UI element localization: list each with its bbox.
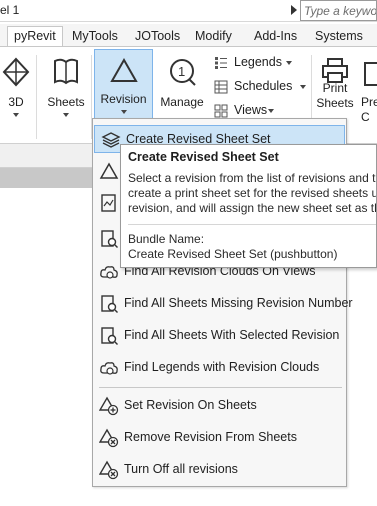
tooltip-bundle-label: Bundle Name:	[128, 232, 205, 246]
search-input[interactable]: Type a keyword	[300, 0, 377, 21]
menu-item-label: Turn Off all revisions	[124, 462, 238, 476]
sheet-search-icon	[101, 327, 118, 345]
revision-label: Revision	[100, 92, 147, 106]
preview-button[interactable]: Pre C	[361, 51, 377, 127]
sheet-search-icon	[101, 230, 118, 248]
tab-systems[interactable]: Systems	[309, 27, 369, 47]
chevron-down-icon	[300, 85, 306, 89]
menu-item-label: Remove Revision From Sheets	[124, 430, 297, 444]
views-grid-icon	[214, 104, 228, 118]
print-sheets-label: Sheets	[316, 96, 354, 110]
menu-item-label: Set Revision On Sheets	[124, 398, 257, 412]
print-label: Print	[322, 81, 348, 95]
legends-label: Legends	[234, 55, 282, 69]
preview-label-2: C	[361, 110, 370, 124]
chevron-down-icon	[121, 110, 127, 114]
views-label: Views	[234, 103, 268, 117]
print-sheets-button[interactable]: Print Sheets	[314, 51, 356, 127]
cloud-icon	[100, 266, 118, 279]
menu-item-label: Find All Sheets Missing Revision Number	[124, 296, 353, 310]
window-title: el 1	[0, 3, 20, 17]
triangle-icon	[110, 58, 138, 82]
revision-number-icon: 1	[170, 59, 196, 86]
chevron-down-icon	[63, 113, 69, 117]
legend-list-icon	[215, 57, 227, 69]
triangle-x-icon	[99, 428, 119, 448]
preview-icon	[364, 62, 377, 86]
tab-pyrevit[interactable]: pyRevit	[7, 26, 63, 48]
revision-button[interactable]: Revision	[94, 49, 153, 125]
menu-item-turn-off-all-revisions[interactable]: Turn Off all revisions	[93, 456, 346, 484]
chevron-down-icon	[268, 109, 274, 113]
chevron-down-icon	[13, 113, 19, 117]
menu-item-set-revision-on-sheets[interactable]: Set Revision On Sheets	[93, 392, 346, 420]
tab-mytools[interactable]: MyTools	[66, 27, 124, 47]
sheets-label: Sheets	[47, 95, 85, 109]
tooltip-bundle: Bundle Name: Create Revised Sheet Set (p…	[128, 232, 337, 262]
chevron-down-icon	[286, 61, 292, 65]
tooltip-desc-line: create a print sheet set for the revised…	[128, 186, 377, 200]
schedules-label: Schedules	[234, 79, 293, 93]
tooltip-title: Create Revised Sheet Set	[128, 150, 279, 164]
cube-icon	[2, 57, 30, 87]
menu-item-label: Find Legends with Revision Clouds	[124, 360, 320, 374]
tooltip: Create Revised Sheet Set Select a revisi…	[120, 144, 377, 268]
book-icon	[54, 58, 78, 85]
ribbon-divider	[36, 55, 37, 139]
preview-label: Pre	[361, 95, 377, 109]
tooltip-desc-line: Select a revision from the list of revis…	[128, 171, 377, 185]
title-expand-arrow-icon[interactable]	[291, 5, 297, 15]
title-bar: el 1 Type a keyword	[0, 0, 377, 22]
menu-item-find-sheets-missing-revision-number[interactable]: Find All Sheets Missing Revision Number	[93, 290, 353, 318]
tooltip-bundle-value: Create Revised Sheet Set (pushbutton)	[128, 247, 338, 261]
sheet-chart-icon	[101, 194, 116, 212]
manage-button[interactable]: 1 Manage	[158, 51, 206, 127]
tab-modify[interactable]: Modify	[189, 27, 238, 47]
triangle-x-icon	[99, 460, 119, 480]
triangle-icon	[99, 162, 119, 179]
tab-add-ins[interactable]: Add-Ins	[248, 27, 303, 47]
menu-item-label: Find All Sheets With Selected Revision	[124, 328, 340, 342]
schedule-table-icon	[214, 80, 228, 94]
svg-text:1: 1	[178, 64, 185, 79]
tooltip-separator	[128, 224, 376, 225]
3d-button[interactable]: 3D	[0, 51, 32, 127]
tooltip-description: Select a revision from the list of revis…	[128, 171, 377, 216]
manage-label: Manage	[160, 95, 204, 109]
tab-jotools[interactable]: JOTools	[129, 27, 186, 47]
tooltip-desc-line: revision, and will assign the new sheet …	[128, 201, 377, 215]
sheets-button[interactable]: Sheets	[44, 51, 88, 127]
layers-icon	[101, 132, 121, 148]
sheet-search-icon	[101, 295, 118, 313]
menu-item-find-legends-with-revision-clouds[interactable]: Find Legends with Revision Clouds	[93, 354, 346, 382]
menu-item-remove-revision-from-sheets[interactable]: Remove Revision From Sheets	[93, 424, 346, 452]
view-tab-strip	[0, 168, 92, 188]
menu-item-find-sheets-with-selected-revision[interactable]: Find All Sheets With Selected Revision	[93, 322, 346, 350]
3d-label: 3D	[8, 95, 24, 109]
triangle-plus-icon	[99, 396, 119, 416]
menu-separator	[99, 387, 342, 388]
ribbon-tabs: pyRevit MyTools JOTools Modify Add-Ins S…	[0, 24, 377, 48]
cloud-icon	[100, 362, 118, 375]
